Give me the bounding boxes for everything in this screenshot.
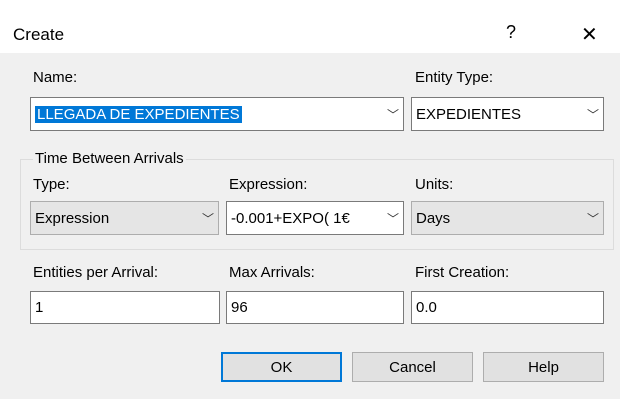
entity-type-combo[interactable]: EXPEDIENTES ﹀	[411, 97, 604, 131]
max-arrivals-input[interactable]: 96	[226, 291, 404, 324]
expression-label: Expression:	[229, 176, 308, 193]
chevron-down-icon[interactable]: ﹀	[383, 106, 403, 123]
first-creation-input[interactable]: 0.0	[411, 291, 604, 324]
window-title: Create	[13, 25, 65, 44]
type-value: Expression	[35, 209, 110, 227]
ok-button[interactable]: OK	[221, 352, 342, 382]
entities-per-arrival-label: Entities per Arrival:	[33, 264, 159, 281]
chevron-down-icon[interactable]: ﹀	[383, 210, 403, 227]
help-button[interactable]: Help	[483, 352, 604, 382]
type-label: Type:	[33, 176, 70, 193]
max-arrivals-label: Max Arrivals:	[229, 264, 315, 281]
entity-type-value: EXPEDIENTES	[416, 105, 522, 123]
cancel-button[interactable]: Cancel	[352, 352, 473, 382]
expression-value: -0.001+EXPO( 1€	[231, 209, 350, 227]
name-label: Name:	[33, 69, 78, 86]
entity-type-label: Entity Type:	[415, 69, 494, 86]
units-label: Units:	[415, 176, 454, 193]
type-combo[interactable]: Expression ﹀	[30, 201, 219, 235]
units-value: Days	[416, 209, 451, 227]
chevron-down-icon[interactable]: ﹀	[198, 210, 218, 227]
first-creation-label: First Creation:	[415, 264, 510, 281]
background-window-strip	[0, 0, 623, 8]
title-bar[interactable]: Create ? ✕	[0, 8, 623, 53]
chevron-down-icon[interactable]: ﹀	[583, 210, 603, 227]
time-between-arrivals-legend: Time Between Arrivals	[33, 150, 186, 167]
chevron-down-icon[interactable]: ﹀	[583, 106, 603, 123]
help-icon[interactable]: ?	[506, 22, 516, 43]
expression-combo[interactable]: -0.001+EXPO( 1€ ﹀	[226, 201, 404, 235]
name-combo[interactable]: LLEGADA DE EXPEDIENTES ﹀	[30, 97, 404, 131]
close-icon[interactable]: ✕	[581, 22, 598, 47]
entities-per-arrival-input[interactable]: 1	[30, 291, 220, 324]
units-combo[interactable]: Days ﹀	[411, 201, 604, 235]
name-value: LLEGADA DE EXPEDIENTES	[35, 105, 242, 123]
